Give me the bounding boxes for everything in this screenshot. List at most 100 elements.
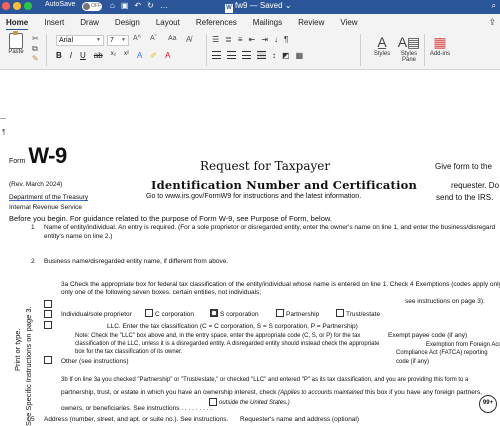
form-title-line-2: Identification Number and Certification <box>151 178 418 192</box>
line3b-instruction-cont: partnership, trust, or estate in which y… <box>61 389 482 397</box>
line5-instruction: Address (number, street, and apt. or sui… <box>44 416 229 423</box>
sort-icon[interactable]: ↓ <box>274 35 278 44</box>
line1-instruction: Name of entity/individual. An entry is r… <box>44 224 496 231</box>
word-doc-icon: W <box>225 4 233 13</box>
checkbox-trust-estate[interactable] <box>336 309 344 317</box>
add-ins-button[interactable]: ▦ Add-ins <box>425 33 455 57</box>
exempt-payee-label: Exempt payee code (if any) <box>388 332 468 339</box>
checkbox-individual[interactable] <box>44 310 52 318</box>
minimize-window-button[interactable] <box>13 2 21 10</box>
home-icon[interactable]: ⌂ <box>110 1 121 10</box>
form-title-line-1: Request for Taxpayer <box>200 159 331 173</box>
checkbox-partnership-label: Partnership <box>286 311 320 318</box>
document-page[interactable]: ¶ Form W-9 (Rev. March 2024) Department o… <box>0 71 500 426</box>
tab-review[interactable]: Review <box>298 18 324 27</box>
divider <box>46 34 47 66</box>
increase-indent-icon[interactable]: ⇥ <box>261 35 268 44</box>
search-icon[interactable]: ⌕ <box>492 1 496 11</box>
ribbon-home: Paste ✂ ⧉ ✎ Arial ▼ 7 ▼ A^ Aˇ Aa A̸ B I … <box>0 30 500 70</box>
multilevel-list-icon[interactable]: ≡ <box>238 35 243 44</box>
cut-icon[interactable]: ✂ <box>32 34 39 43</box>
goto-instructions: Go to www.irs.gov/FormW9 for instruction… <box>146 193 362 200</box>
checkbox-partnership[interactable] <box>276 309 284 317</box>
llc-note-cont: classification of the LLC, unless it is … <box>75 341 380 347</box>
checkbox-llc[interactable] <box>44 321 52 329</box>
line3b-instruction: 3b If on line 3a you checked "Partnershi… <box>61 377 469 383</box>
highlight-icon[interactable]: ✐ <box>150 51 157 60</box>
maximize-window-button[interactable] <box>24 2 32 10</box>
close-window-button[interactable] <box>2 2 10 10</box>
fatca-label-cont: Compliance Act (FATCA) reporting <box>396 350 488 356</box>
shrink-font-icon[interactable]: Aˇ <box>150 35 157 42</box>
copy-icon[interactable]: ⧉ <box>32 44 38 54</box>
line-spacing-icon[interactable]: ↕ <box>272 51 276 60</box>
format-painter-icon[interactable]: ✎ <box>32 54 39 63</box>
more-icon[interactable]: … <box>160 1 174 10</box>
tab-home[interactable]: Home <box>6 18 29 31</box>
styles-pane-label: Styles Pane <box>400 51 418 63</box>
justify-icon[interactable] <box>257 51 266 59</box>
checkbox-unlabeled[interactable] <box>44 300 52 308</box>
checkbox-s-corporation-label: S corporation <box>220 311 259 318</box>
text-effects-icon[interactable]: A <box>137 51 142 60</box>
superscript-icon[interactable]: x² <box>124 51 129 60</box>
shading-icon[interactable]: ◩ <box>282 51 290 60</box>
font-name-select[interactable]: Arial ▼ <box>56 35 104 46</box>
clipboard-icon <box>9 31 23 49</box>
tab-design[interactable]: Design <box>115 18 140 27</box>
checkbox-c-corporation-label: C corporation <box>155 311 195 318</box>
document-title-text: fw9 — Saved <box>235 1 283 10</box>
checkbox-s-corporation[interactable] <box>210 309 218 317</box>
clear-formatting-icon[interactable]: A̸ <box>186 35 191 44</box>
paste-button[interactable]: Paste <box>5 31 27 55</box>
side-label-print: Print or type. <box>13 328 22 371</box>
line3b-text: this box if you have any foreign partner… <box>365 389 483 396</box>
bold-icon[interactable]: B <box>56 51 62 60</box>
subscript-icon[interactable]: x₂ <box>111 51 116 60</box>
paragraph-row-2: ↕ ◩ ▦ <box>212 51 303 60</box>
notification-badge[interactable]: 99+ <box>479 395 497 413</box>
chevron-down-icon: ▼ <box>96 37 101 43</box>
styles-pane-button[interactable]: A▤ Styles Pane <box>395 33 423 63</box>
save-icon[interactable]: ▣ <box>121 1 135 10</box>
change-case-icon[interactable]: Aa <box>168 35 177 42</box>
align-left-icon[interactable] <box>212 51 221 59</box>
page-margin-mark <box>0 118 6 119</box>
tab-insert[interactable]: Insert <box>44 18 64 27</box>
line3b-text: partnership, trust, or estate in which y… <box>61 389 277 396</box>
align-right-icon[interactable] <box>242 51 251 59</box>
tab-references[interactable]: References <box>196 18 237 27</box>
bullets-icon[interactable]: ☰ <box>212 35 219 44</box>
undo-icon[interactable]: ↶ <box>134 1 147 10</box>
show-marks-icon[interactable]: ¶ <box>284 35 288 44</box>
checkbox-other[interactable] <box>44 356 52 364</box>
align-center-icon[interactable] <box>227 51 236 59</box>
styles-button[interactable]: A̲ Styles <box>368 33 396 57</box>
chevron-down-icon[interactable]: ⌄ <box>285 1 292 10</box>
checkbox-trust-estate-label: Trust/estate <box>346 311 381 318</box>
font-color-icon[interactable]: A <box>165 51 170 60</box>
tab-view[interactable]: View <box>340 18 357 27</box>
borders-icon[interactable]: ▦ <box>296 51 304 60</box>
decrease-indent-icon[interactable]: ⇤ <box>249 35 256 44</box>
styles-label: Styles <box>373 51 391 57</box>
grow-font-icon[interactable]: A^ <box>133 35 141 42</box>
font-size-select[interactable]: 7 ▼ <box>107 35 129 46</box>
give-form-line-1: Give form to the <box>435 162 492 171</box>
see-instructions-page3: see instructions on page 3): <box>405 298 485 305</box>
tab-mailings[interactable]: Mailings <box>253 18 282 27</box>
autosave-label: AutoSave <box>45 1 76 8</box>
autosave-toggle[interactable]: OFF <box>82 2 102 11</box>
tab-draw[interactable]: Draw <box>80 18 99 27</box>
redo-icon[interactable]: ↻ <box>147 1 160 10</box>
checkbox-c-corporation[interactable] <box>145 309 153 317</box>
underline-icon[interactable]: U <box>80 51 86 60</box>
checkbox-other-label: Other (see instructions) <box>61 358 129 365</box>
quick-access-toolbar: ⌂▣↶↻… <box>110 1 174 10</box>
numbering-icon[interactable]: ≣ <box>225 35 232 44</box>
tab-layout[interactable]: Layout <box>156 18 180 27</box>
strikethrough-icon[interactable]: ab <box>94 51 103 60</box>
share-icon[interactable]: ⇪ <box>488 17 496 28</box>
give-form-line-3: send to the IRS. <box>436 193 494 202</box>
italic-icon[interactable]: I <box>70 51 72 60</box>
